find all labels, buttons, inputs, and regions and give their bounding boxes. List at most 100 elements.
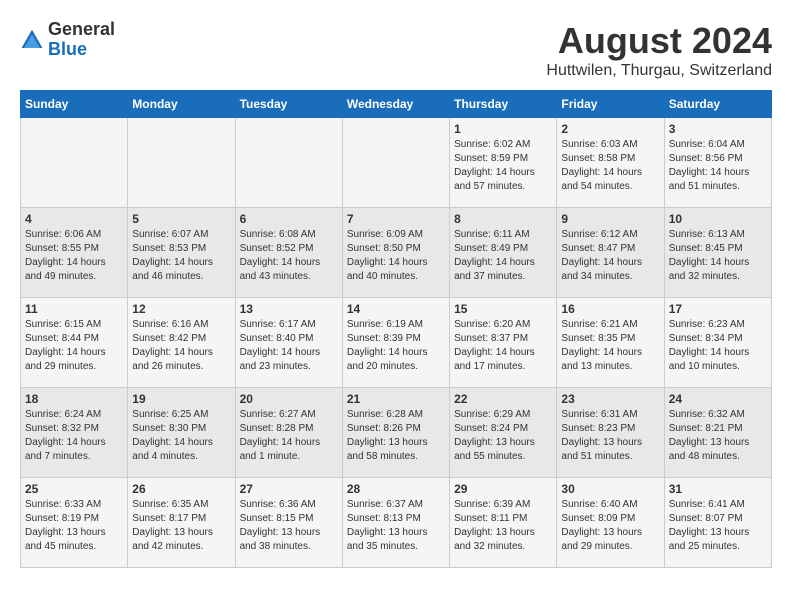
calendar-table: SundayMondayTuesdayWednesdayThursdayFrid…	[20, 90, 772, 568]
day-number: 4	[25, 212, 123, 226]
logo: General Blue	[20, 20, 115, 60]
day-number: 22	[454, 392, 552, 406]
day-number: 23	[561, 392, 659, 406]
calendar-cell: 21 Sunrise: 6:28 AM Sunset: 8:26 PM Dayli…	[342, 388, 449, 478]
day-number: 11	[25, 302, 123, 316]
weekday-header: Wednesday	[342, 91, 449, 118]
day-info: Sunrise: 6:40 AM Sunset: 8:09 PM Dayligh…	[561, 498, 659, 554]
day-info: Sunrise: 6:17 AM Sunset: 8:40 PM Dayligh…	[240, 318, 338, 374]
weekday-header: Sunday	[21, 91, 128, 118]
calendar-cell: 1Sunrise: 6:02 AM Sunset: 8:59 PM Daylig…	[450, 118, 557, 208]
day-info: Sunrise: 6:13 AM Sunset: 8:45 PM Dayligh…	[669, 228, 767, 284]
day-info: Sunrise: 6:25 AM Sunset: 8:30 PM Dayligh…	[132, 408, 230, 464]
calendar-cell: 17 Sunrise: 6:23 AM Sunset: 8:34 PM Dayli…	[664, 298, 771, 388]
day-info: Sunrise: 6:35 AM Sunset: 8:17 PM Dayligh…	[132, 498, 230, 554]
calendar-cell: 24Sunrise: 6:32 AM Sunset: 8:21 PM Dayli…	[664, 388, 771, 478]
month-title: August 2024	[546, 20, 772, 62]
day-number: 15	[454, 302, 552, 316]
weekday-header: Friday	[557, 91, 664, 118]
day-number: 7	[347, 212, 445, 226]
weekday-header: Thursday	[450, 91, 557, 118]
weekday-header: Saturday	[664, 91, 771, 118]
calendar-cell	[235, 118, 342, 208]
day-info: Sunrise: 6:19 AM Sunset: 8:39 PM Dayligh…	[347, 318, 445, 374]
day-info: Sunrise: 6:31 AM Sunset: 8:23 PM Dayligh…	[561, 408, 659, 464]
calendar-cell	[128, 118, 235, 208]
calendar-week-row: 4 Sunrise: 6:06 AM Sunset: 8:55 PM Daylig…	[21, 208, 772, 298]
calendar-cell	[342, 118, 449, 208]
calendar-cell: 28 Sunrise: 6:37 AM Sunset: 8:13 PM Dayli…	[342, 478, 449, 568]
day-info: Sunrise: 6:21 AM Sunset: 8:35 PM Dayligh…	[561, 318, 659, 374]
day-number: 28	[347, 482, 445, 496]
calendar-week-row: 18Sunrise: 6:24 AM Sunset: 8:32 PM Dayli…	[21, 388, 772, 478]
weekday-header-row: SundayMondayTuesdayWednesdayThursdayFrid…	[21, 91, 772, 118]
day-number: 16	[561, 302, 659, 316]
calendar-week-row: 1Sunrise: 6:02 AM Sunset: 8:59 PM Daylig…	[21, 118, 772, 208]
calendar-cell: 19 Sunrise: 6:25 AM Sunset: 8:30 PM Dayli…	[128, 388, 235, 478]
logo-general-text: General	[48, 20, 115, 40]
day-number: 21	[347, 392, 445, 406]
day-info: Sunrise: 6:28 AM Sunset: 8:26 PM Dayligh…	[347, 408, 445, 464]
calendar-week-row: 25Sunrise: 6:33 AM Sunset: 8:19 PM Dayli…	[21, 478, 772, 568]
day-number: 13	[240, 302, 338, 316]
calendar-cell: 18Sunrise: 6:24 AM Sunset: 8:32 PM Dayli…	[21, 388, 128, 478]
calendar-cell: 26Sunrise: 6:35 AM Sunset: 8:17 PM Dayli…	[128, 478, 235, 568]
calendar-cell: 30 Sunrise: 6:40 AM Sunset: 8:09 PM Dayli…	[557, 478, 664, 568]
day-info: Sunrise: 6:16 AM Sunset: 8:42 PM Dayligh…	[132, 318, 230, 374]
day-number: 18	[25, 392, 123, 406]
day-number: 20	[240, 392, 338, 406]
calendar-cell: 31 Sunrise: 6:41 AM Sunset: 8:07 PM Dayli…	[664, 478, 771, 568]
day-info: Sunrise: 6:37 AM Sunset: 8:13 PM Dayligh…	[347, 498, 445, 554]
day-number: 8	[454, 212, 552, 226]
day-number: 2	[561, 122, 659, 136]
calendar-week-row: 11Sunrise: 6:15 AM Sunset: 8:44 PM Dayli…	[21, 298, 772, 388]
calendar-cell: 3 Sunrise: 6:04 AM Sunset: 8:56 PM Daylig…	[664, 118, 771, 208]
day-info: Sunrise: 6:23 AM Sunset: 8:34 PM Dayligh…	[669, 318, 767, 374]
day-info: Sunrise: 6:09 AM Sunset: 8:50 PM Dayligh…	[347, 228, 445, 284]
calendar-cell: 16 Sunrise: 6:21 AM Sunset: 8:35 PM Dayli…	[557, 298, 664, 388]
calendar-cell: 27Sunrise: 6:36 AM Sunset: 8:15 PM Dayli…	[235, 478, 342, 568]
day-info: Sunrise: 6:41 AM Sunset: 8:07 PM Dayligh…	[669, 498, 767, 554]
calendar-cell: 12 Sunrise: 6:16 AM Sunset: 8:42 PM Dayli…	[128, 298, 235, 388]
day-number: 17	[669, 302, 767, 316]
calendar-cell: 11Sunrise: 6:15 AM Sunset: 8:44 PM Dayli…	[21, 298, 128, 388]
location-subtitle: Huttwilen, Thurgau, Switzerland	[546, 62, 772, 80]
day-number: 10	[669, 212, 767, 226]
day-number: 29	[454, 482, 552, 496]
day-info: Sunrise: 6:36 AM Sunset: 8:15 PM Dayligh…	[240, 498, 338, 554]
calendar-cell: 13 Sunrise: 6:17 AM Sunset: 8:40 PM Dayli…	[235, 298, 342, 388]
calendar-cell: 22 Sunrise: 6:29 AM Sunset: 8:24 PM Dayli…	[450, 388, 557, 478]
day-number: 6	[240, 212, 338, 226]
day-info: Sunrise: 6:33 AM Sunset: 8:19 PM Dayligh…	[25, 498, 123, 554]
day-info: Sunrise: 6:27 AM Sunset: 8:28 PM Dayligh…	[240, 408, 338, 464]
logo-icon	[20, 28, 44, 52]
weekday-header: Tuesday	[235, 91, 342, 118]
day-info: Sunrise: 6:20 AM Sunset: 8:37 PM Dayligh…	[454, 318, 552, 374]
day-number: 19	[132, 392, 230, 406]
day-number: 3	[669, 122, 767, 136]
day-number: 30	[561, 482, 659, 496]
calendar-cell: 25Sunrise: 6:33 AM Sunset: 8:19 PM Dayli…	[21, 478, 128, 568]
day-number: 5	[132, 212, 230, 226]
day-number: 24	[669, 392, 767, 406]
logo-blue-text: Blue	[48, 40, 115, 60]
day-number: 31	[669, 482, 767, 496]
calendar-cell: 2 Sunrise: 6:03 AM Sunset: 8:58 PM Daylig…	[557, 118, 664, 208]
day-number: 12	[132, 302, 230, 316]
calendar-cell: 5 Sunrise: 6:07 AM Sunset: 8:53 PM Daylig…	[128, 208, 235, 298]
day-info: Sunrise: 6:03 AM Sunset: 8:58 PM Dayligh…	[561, 138, 659, 194]
day-info: Sunrise: 6:06 AM Sunset: 8:55 PM Dayligh…	[25, 228, 123, 284]
day-info: Sunrise: 6:29 AM Sunset: 8:24 PM Dayligh…	[454, 408, 552, 464]
calendar-cell: 10 Sunrise: 6:13 AM Sunset: 8:45 PM Dayli…	[664, 208, 771, 298]
day-number: 14	[347, 302, 445, 316]
day-info: Sunrise: 6:04 AM Sunset: 8:56 PM Dayligh…	[669, 138, 767, 194]
day-info: Sunrise: 6:12 AM Sunset: 8:47 PM Dayligh…	[561, 228, 659, 284]
calendar-cell	[21, 118, 128, 208]
day-info: Sunrise: 6:07 AM Sunset: 8:53 PM Dayligh…	[132, 228, 230, 284]
day-info: Sunrise: 6:02 AM Sunset: 8:59 PM Dayligh…	[454, 138, 552, 194]
title-block: August 2024 Huttwilen, Thurgau, Switzerl…	[546, 20, 772, 80]
day-number: 9	[561, 212, 659, 226]
page-header: General Blue August 2024 Huttwilen, Thur…	[20, 20, 772, 80]
calendar-cell: 8Sunrise: 6:11 AM Sunset: 8:49 PM Daylig…	[450, 208, 557, 298]
calendar-cell: 23 Sunrise: 6:31 AM Sunset: 8:23 PM Dayli…	[557, 388, 664, 478]
